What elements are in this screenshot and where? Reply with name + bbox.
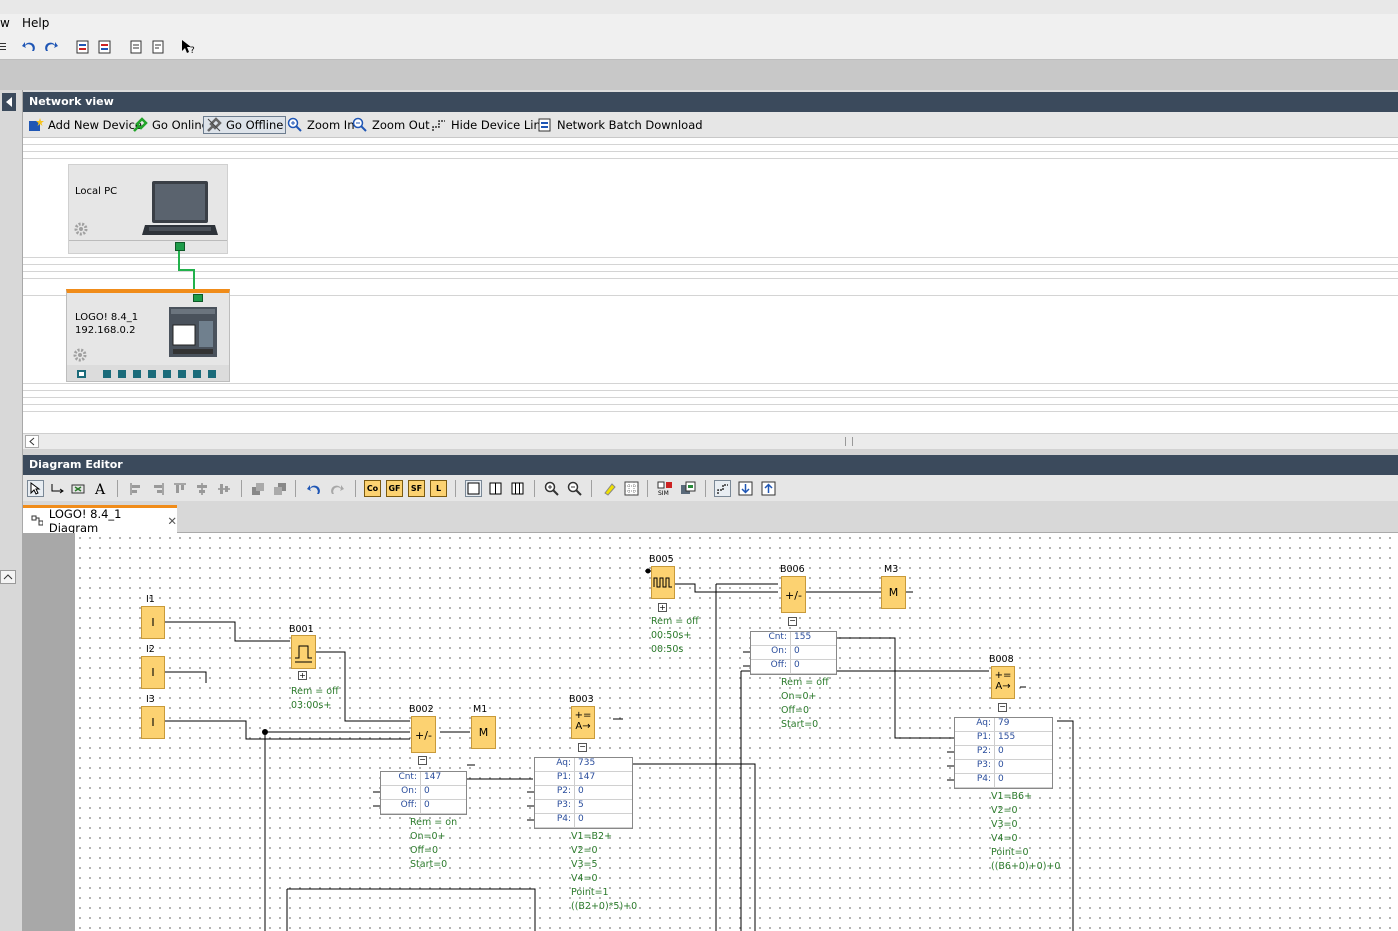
zoom-in-button[interactable]: Zoom In (285, 116, 357, 134)
svg-text:SIM: SIM (658, 490, 669, 496)
port-icon (77, 370, 86, 378)
highlight-icon[interactable] (601, 480, 618, 497)
close-icon[interactable]: ✕ (167, 514, 177, 528)
param-stubs (373, 651, 954, 821)
network-link (178, 251, 195, 294)
split-view-icon[interactable] (487, 480, 504, 497)
online-test-icon[interactable] (680, 480, 697, 497)
network-hscrollbar[interactable] (23, 433, 1398, 449)
zoom-out-button[interactable]: Zoom Out (350, 116, 432, 134)
scroll-left-icon[interactable] (25, 435, 39, 448)
collapse-icon[interactable] (760, 480, 777, 497)
split-up-icon[interactable] (849, 449, 861, 459)
device-ip: 192.168.0.2 (75, 325, 136, 336)
port-icon (208, 370, 216, 378)
diagram-canvas[interactable]: I1 I I2 I I3 I B001 + Rem = off 03:00s+ … (75, 533, 1398, 931)
single-view-icon[interactable] (465, 480, 482, 497)
co-button[interactable]: Co (364, 480, 381, 497)
diagram-editor-header: Diagram Editor (23, 455, 1398, 475)
redo-icon[interactable] (329, 480, 346, 497)
device-line-icon[interactable] (714, 480, 731, 497)
port-icon (178, 370, 186, 378)
port-icon (118, 370, 126, 378)
port-icon (103, 370, 111, 378)
align-center-icon[interactable] (193, 480, 210, 497)
send-back-icon[interactable] (271, 480, 288, 497)
gear-icon (72, 347, 88, 366)
network-batch-download-button[interactable]: Network Batch Download (535, 116, 705, 134)
svg-text:A: A (94, 482, 106, 495)
diagram-icon (31, 515, 43, 525)
zoom-out-label: Zoom Out (372, 118, 430, 132)
expand-icon[interactable] (737, 480, 754, 497)
bring-front-icon[interactable] (249, 480, 266, 497)
logo-module-icon (169, 307, 217, 360)
network-batch-download-label: Network Batch Download (557, 118, 703, 132)
connector-icon[interactable] (49, 480, 66, 497)
align-right-icon[interactable] (149, 480, 166, 497)
port-icon (163, 370, 171, 378)
simulation-icon[interactable]: SIM (657, 480, 674, 497)
l-button[interactable]: L (430, 480, 447, 497)
hide-device-line-label: Hide Device Line (451, 118, 548, 132)
scroll-up-icon[interactable] (0, 570, 16, 584)
hide-device-line-button[interactable]: Hide Device Line (429, 116, 550, 134)
cut-connector-icon[interactable] (70, 480, 87, 497)
ethernet-port-icon[interactable] (193, 294, 203, 302)
zoom-in-label: Zoom In (307, 118, 355, 132)
sf-button[interactable]: SF (408, 480, 425, 497)
diagram-toolbar: A Co GF SF L SIM (23, 475, 1398, 501)
gf-button[interactable]: GF (386, 480, 403, 497)
port-icon (148, 370, 156, 378)
device-name: LOGO! 8.4_1 (75, 312, 139, 323)
text-tool-icon[interactable]: A (92, 480, 109, 497)
align-left-icon[interactable] (127, 480, 144, 497)
triple-view-icon[interactable] (509, 480, 526, 497)
select-pointer-icon[interactable] (27, 480, 44, 497)
align-middle-icon[interactable] (215, 480, 232, 497)
tab-logo-diagram[interactable]: LOGO! 8.4_1 Diagram ✕ (23, 505, 177, 535)
port-icon (193, 370, 201, 378)
split-down-icon[interactable] (871, 449, 883, 459)
diagram-margin (23, 533, 75, 931)
tab-label: LOGO! 8.4_1 Diagram (48, 506, 122, 535)
zoom-in-icon (287, 117, 302, 132)
diagram-tabs (23, 501, 1398, 533)
batch-download-icon (538, 118, 551, 132)
grid-icon[interactable] (623, 480, 640, 497)
undo-icon[interactable] (305, 480, 322, 497)
zoom-out-icon[interactable] (566, 480, 583, 497)
zoom-out-icon (352, 117, 367, 132)
device-line-icon (432, 120, 445, 131)
zoom-in-icon[interactable] (543, 480, 560, 497)
device-logo[interactable]: LOGO! 8.4_1 192.168.0.2 (66, 289, 230, 382)
align-top-icon[interactable] (171, 480, 188, 497)
port-icon (133, 370, 141, 378)
scroll-grip-icon[interactable] (845, 437, 853, 446)
